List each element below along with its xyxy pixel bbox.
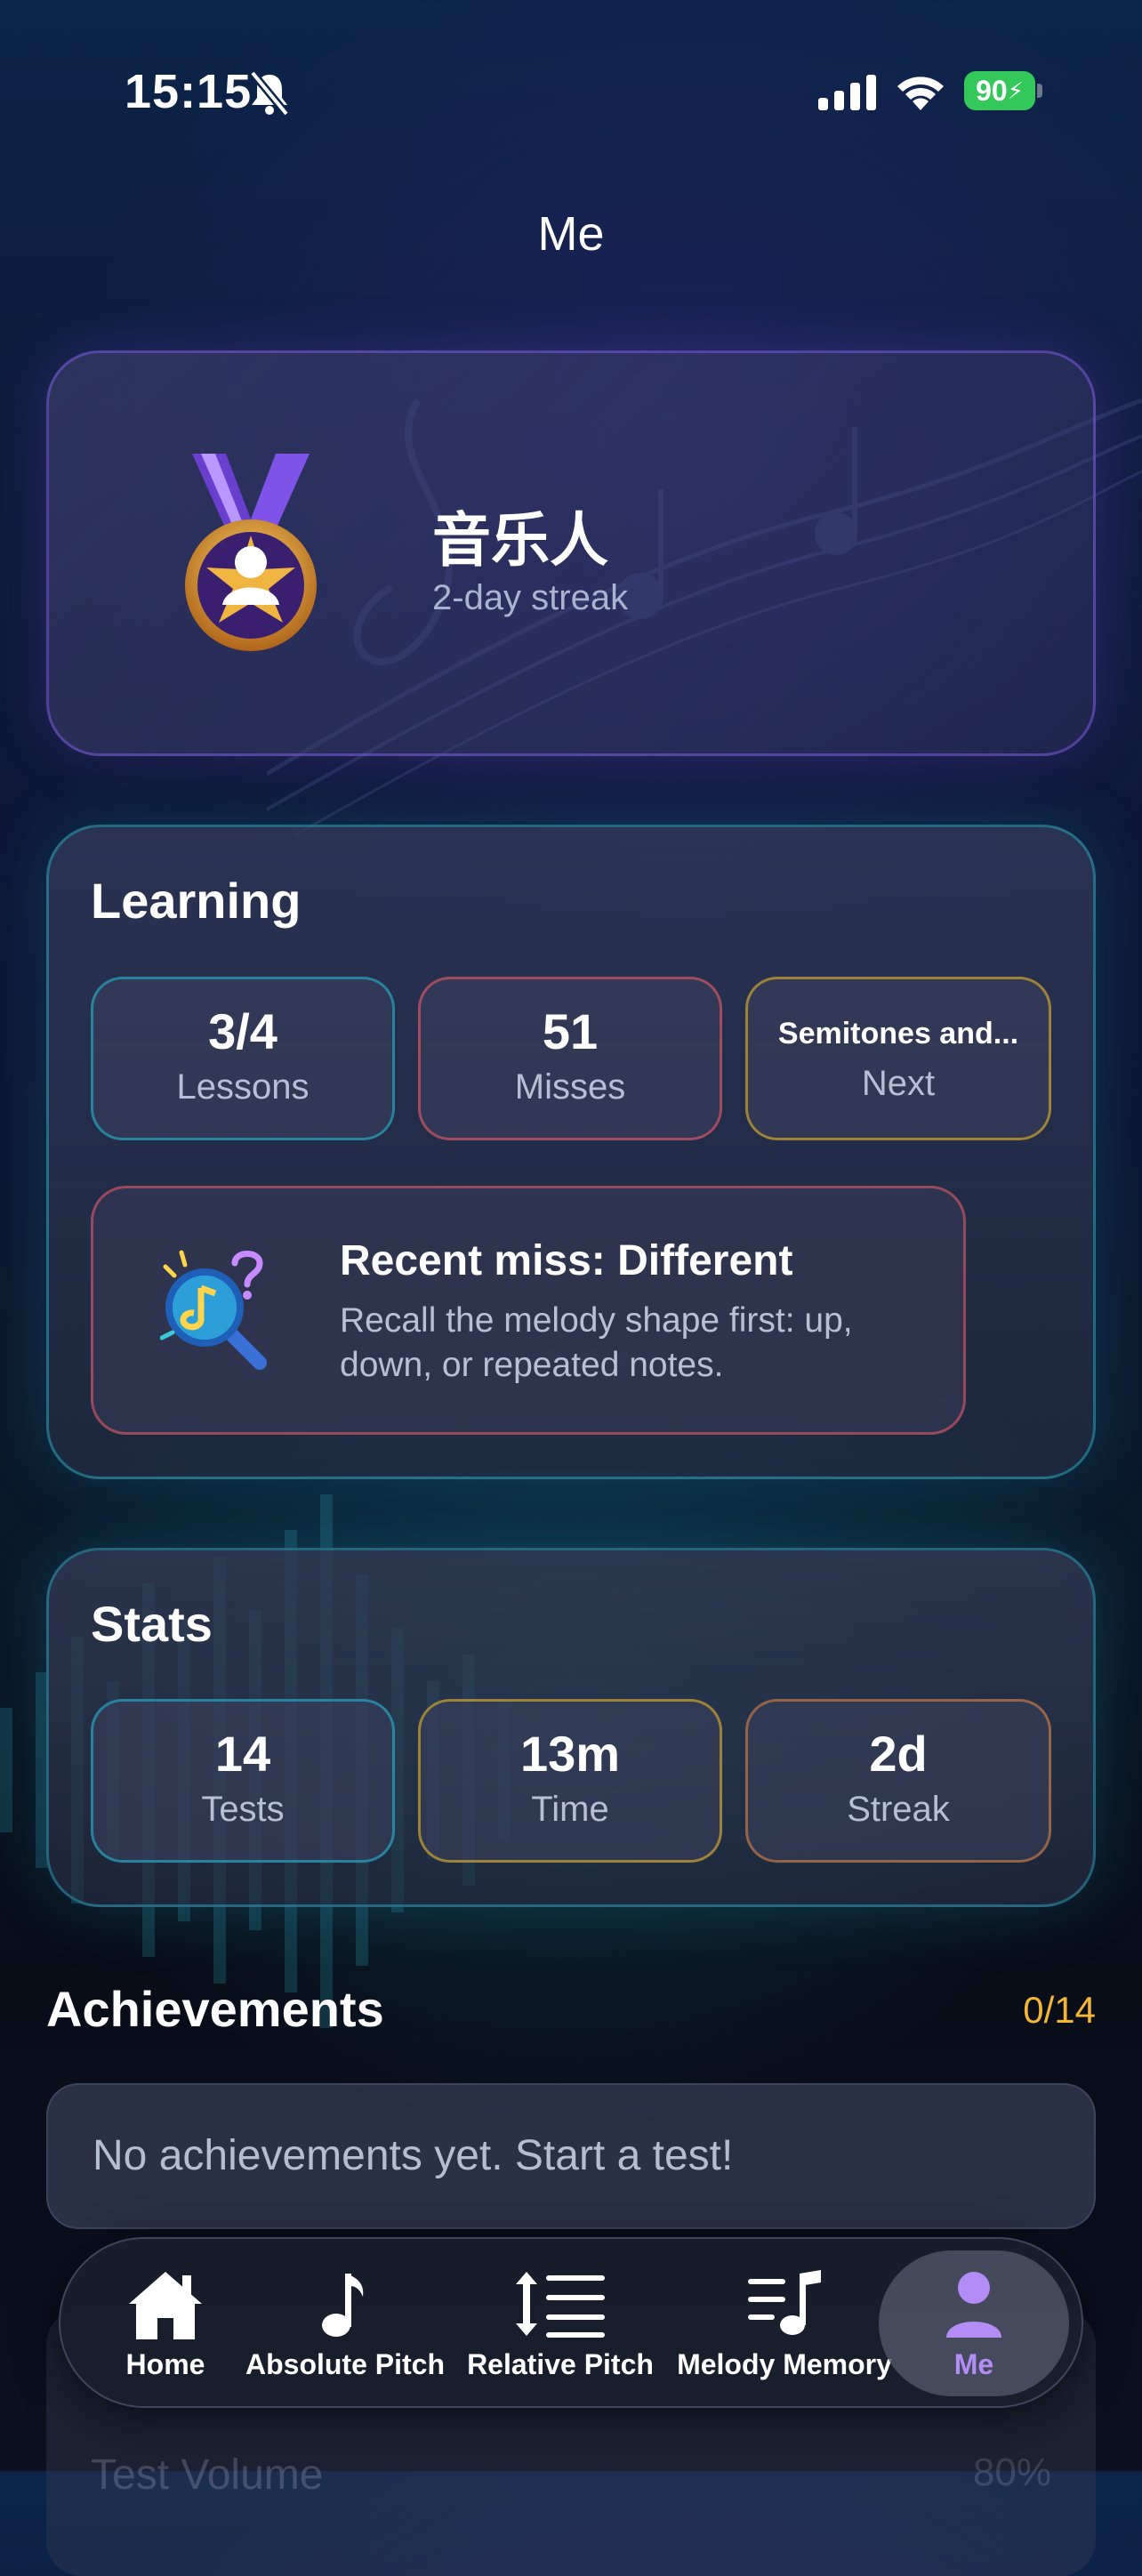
- achievements-title: Achievements: [46, 1981, 384, 2037]
- house-icon: [129, 2272, 202, 2339]
- time-tile: 13m Time: [418, 1699, 722, 1863]
- medal-icon: [185, 454, 317, 651]
- person-icon: [946, 2272, 1001, 2338]
- interval-list-icon: [516, 2272, 605, 2338]
- stats-title: Stats: [91, 1596, 213, 1652]
- achievements-count: 0/14: [1023, 1989, 1096, 2031]
- tab-relative-pitch-label: Relative Pitch: [467, 2348, 654, 2380]
- learning-title: Learning: [91, 873, 302, 929]
- status-time: 15:15: [125, 65, 253, 118]
- tab-absolute-pitch[interactable]: Absolute Pitch: [238, 2250, 452, 2396]
- music-note-icon: [322, 2274, 364, 2337]
- recent-miss-title: Recent miss: Different: [340, 1237, 793, 1284]
- silent-bell-icon: [249, 70, 290, 117]
- next-lesson-value: Semitones and...: [777, 1017, 1019, 1051]
- tab-home-label: Home: [125, 2348, 205, 2380]
- time-value: 13m: [519, 1726, 621, 1782]
- tab-relative-pitch[interactable]: Relative Pitch: [461, 2250, 660, 2396]
- battery-indicator: 90 ⚡: [964, 71, 1035, 110]
- time-label: Time: [531, 1790, 609, 1829]
- misses-label: Misses: [514, 1067, 626, 1107]
- streak-label: Streak: [847, 1790, 950, 1829]
- next-lesson-label: Next: [861, 1064, 936, 1103]
- wifi-icon: [897, 76, 944, 110]
- test-volume-label: Test Volume: [91, 2451, 324, 2499]
- streak-subtitle: 2-day streak: [432, 578, 629, 617]
- magnifier-music-icon: [160, 1250, 267, 1370]
- recent-miss-tip: Recall the melody shape first: up, down,…: [340, 1301, 853, 1384]
- tab-melody-memory-label: Melody Memory: [677, 2348, 892, 2380]
- battery-tip: [1037, 84, 1042, 98]
- misses-value: 51: [542, 1003, 599, 1059]
- streak-value: 2d: [869, 1726, 928, 1782]
- tab-melody-memory[interactable]: Melody Memory: [671, 2250, 898, 2396]
- tab-me-label: Me: [953, 2348, 994, 2380]
- tests-value: 14: [214, 1726, 271, 1782]
- cellular-signal-icon: [818, 75, 876, 110]
- achievements-empty-state: No achievements yet. Start a test!: [46, 2083, 1096, 2229]
- tests-tile: 14 Tests: [91, 1699, 395, 1863]
- misses-tile[interactable]: 51 Misses: [418, 977, 722, 1140]
- next-lesson-tile[interactable]: Semitones and... Next: [745, 977, 1051, 1140]
- test-volume-value: 80%: [972, 2451, 1051, 2494]
- page-title: Me: [537, 207, 605, 261]
- lessons-value: 3/4: [208, 1003, 277, 1059]
- profile-name: 音乐人: [432, 506, 608, 575]
- tab-home[interactable]: Home: [107, 2250, 224, 2396]
- tests-label: Tests: [201, 1790, 285, 1829]
- streak-tile: 2d Streak: [745, 1699, 1051, 1863]
- lessons-label: Lessons: [176, 1067, 310, 1107]
- lessons-tile[interactable]: 3/4 Lessons: [91, 977, 395, 1140]
- melody-list-icon: [748, 2270, 821, 2335]
- tab-me[interactable]: Me: [879, 2250, 1069, 2396]
- tab-absolute-pitch-label: Absolute Pitch: [245, 2348, 445, 2380]
